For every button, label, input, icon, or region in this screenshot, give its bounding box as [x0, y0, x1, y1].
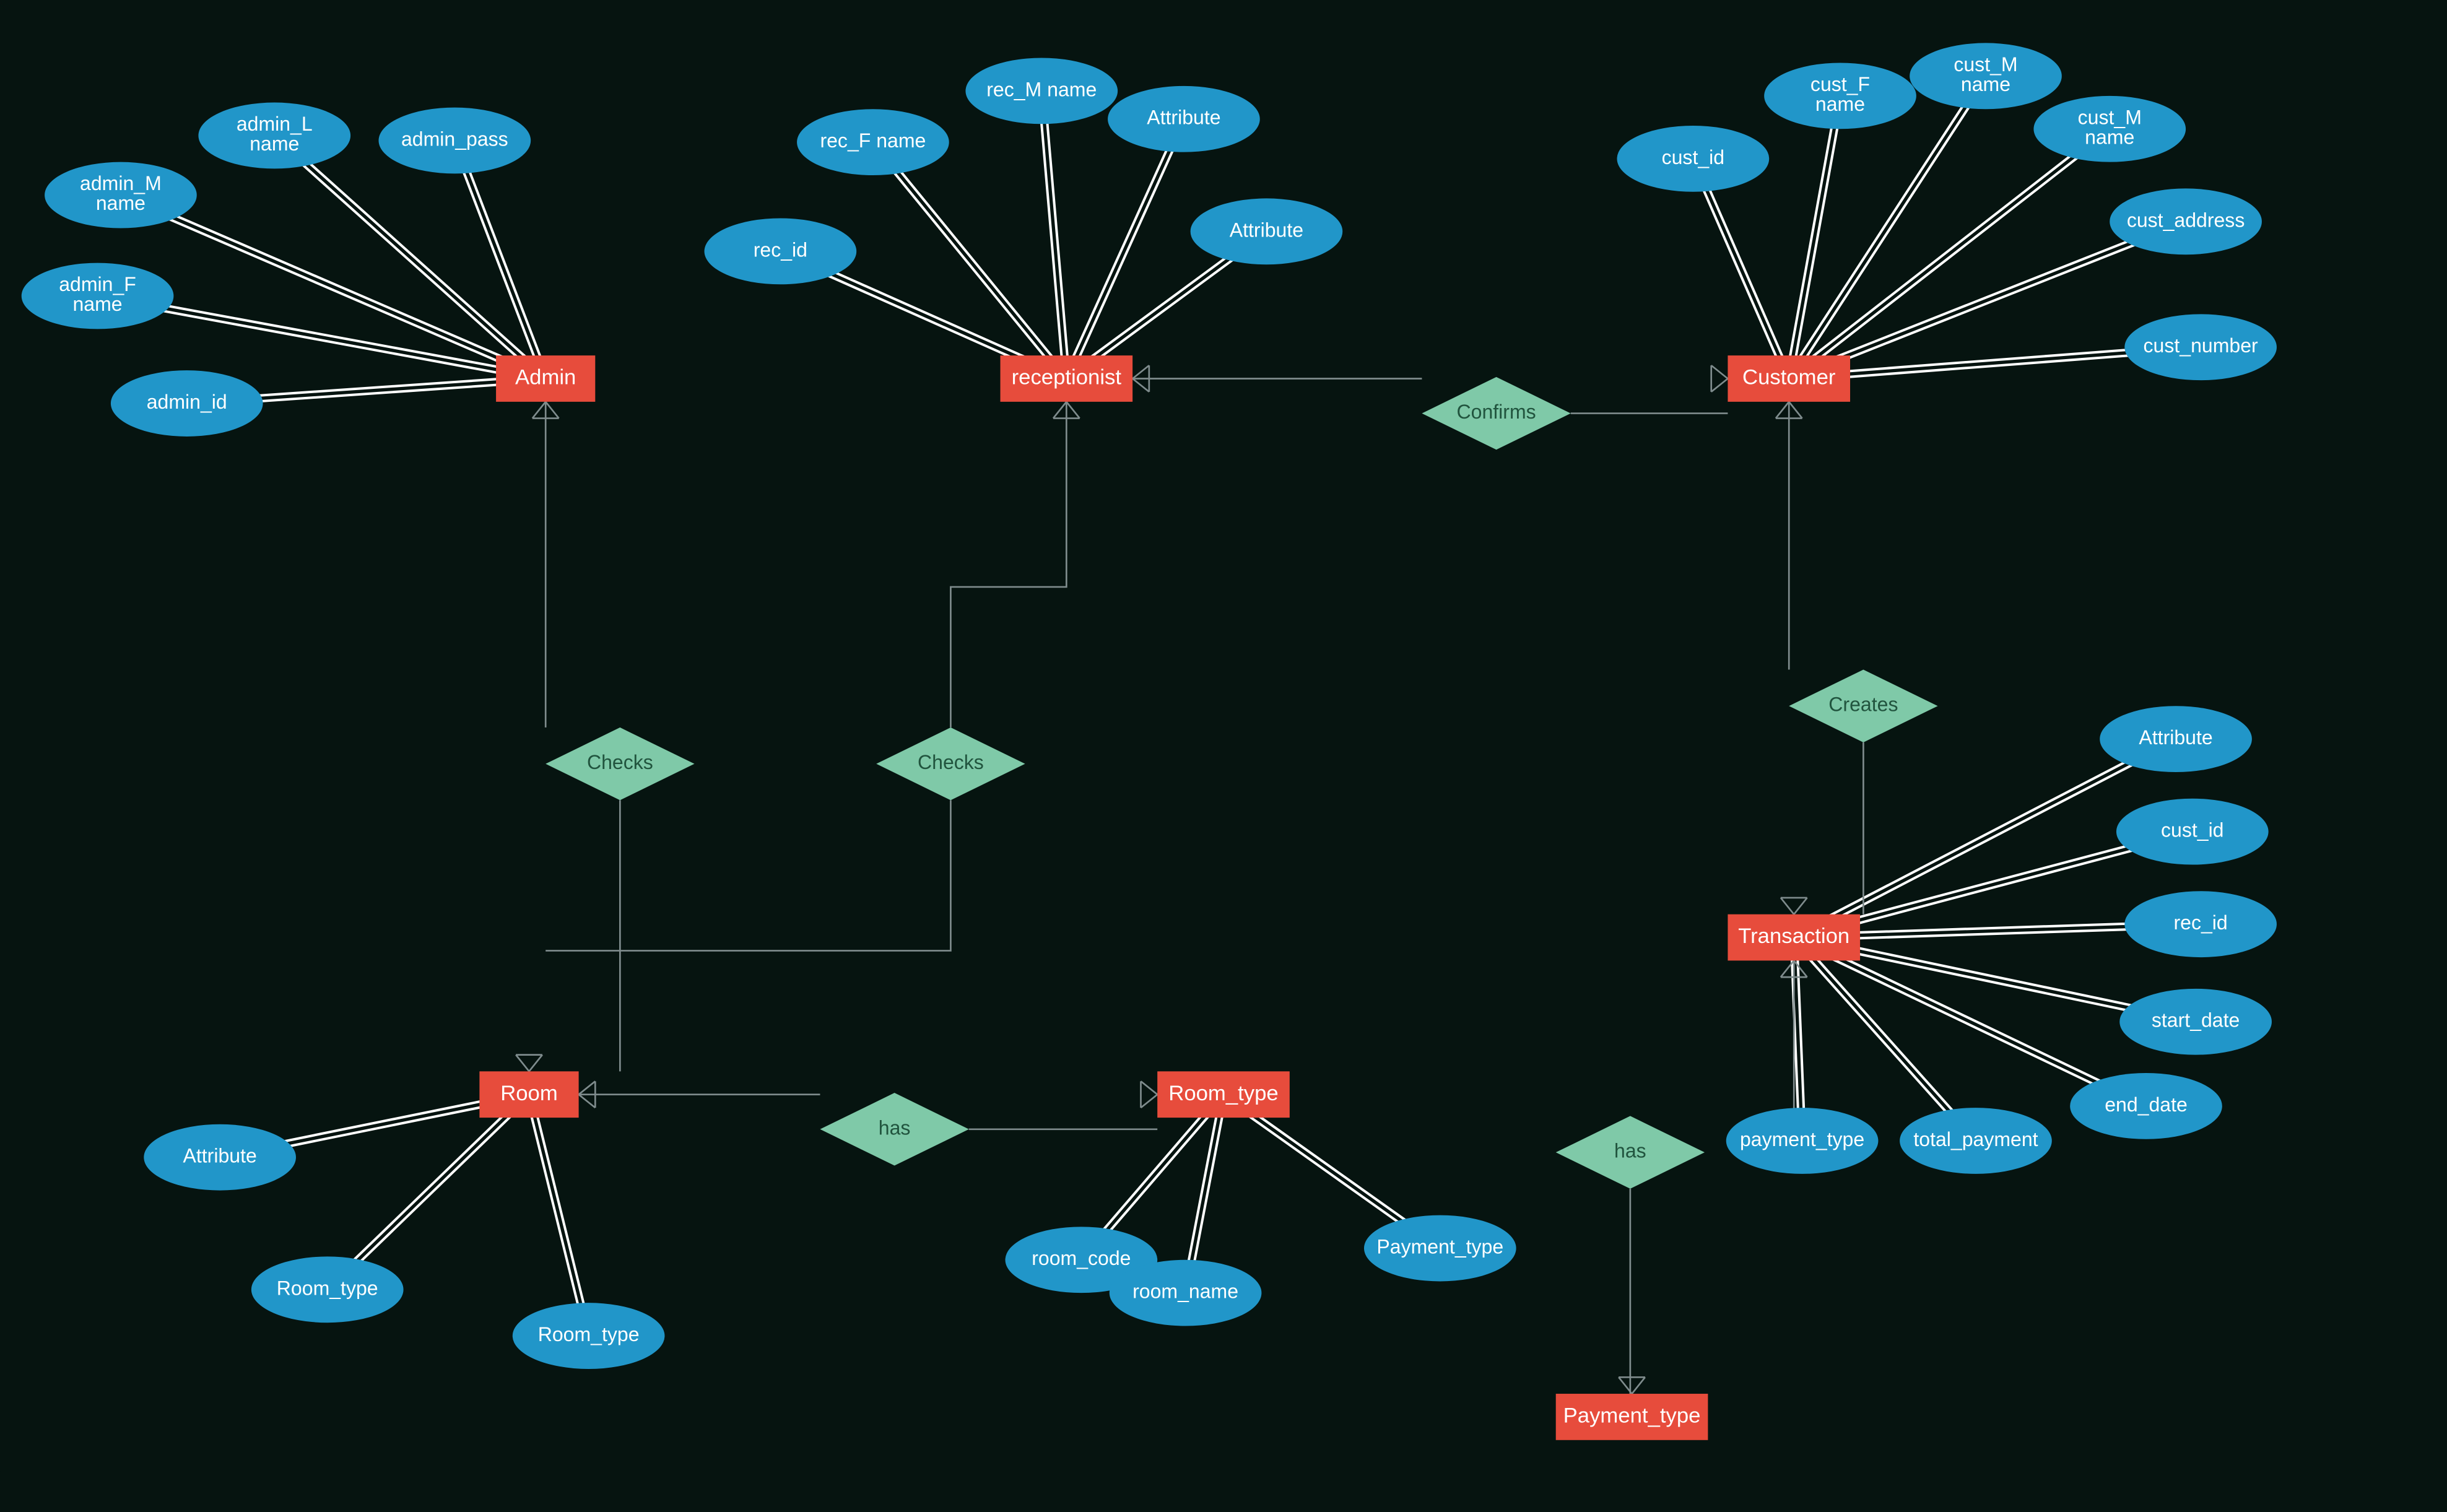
entity-label: Admin: [515, 366, 576, 389]
entity-customer: Customer: [1728, 355, 1850, 402]
attribute-label: start_date: [2152, 1009, 2240, 1032]
entity-label: receptionist: [1012, 366, 1122, 389]
entity-label: Payment_type: [1563, 1404, 1701, 1428]
relationship-label: has: [1614, 1140, 1646, 1162]
attribute-customer-4: cust_address: [2110, 188, 2262, 254]
entity-label: Transaction: [1738, 924, 1849, 948]
attribute-transaction-4: end_date: [2070, 1073, 2222, 1139]
attribute-label: Room_type: [538, 1323, 640, 1345]
attribute-transaction-5: total_payment: [1900, 1108, 2052, 1174]
attribute-admin-2: admin_Mname: [45, 162, 197, 228]
attribute-admin-3: admin_Lname: [198, 103, 350, 169]
attribute-label: Attribute: [1147, 106, 1220, 129]
attribute-label: rec_M name: [986, 78, 1097, 100]
entity-receptionist: receptionist: [1001, 355, 1133, 402]
attribute-transaction-0: Attribute: [2100, 706, 2252, 772]
attribute-label: Attribute: [183, 1145, 257, 1167]
attribute-label: admin_id: [147, 391, 227, 413]
entity-label: Customer: [1742, 366, 1835, 389]
attribute-label: end_date: [2105, 1093, 2188, 1116]
attribute-label: cust_Mname: [2078, 106, 2142, 149]
relationship-label: Checks: [918, 751, 984, 773]
attribute-room-1: Room_type: [251, 1256, 404, 1323]
entity-room: Room: [479, 1071, 578, 1118]
attribute-label: cust_Mname: [1954, 53, 2017, 95]
attribute-room-2: Room_type: [513, 1303, 665, 1369]
attribute-label: cust_number: [2144, 334, 2258, 357]
attribute-transaction-1: cust_id: [2116, 799, 2269, 865]
attribute-label: cust_id: [1662, 146, 1725, 168]
attribute-customer-1: cust_Fname: [1764, 63, 1916, 129]
attribute-label: room_code: [1032, 1247, 1131, 1269]
attribute-receptionist-4: Attribute: [1191, 198, 1343, 264]
relationship-label: has: [879, 1116, 911, 1139]
attribute-label: Attribute: [1230, 219, 1303, 241]
attribute-customer-3: cust_Mname: [2033, 96, 2186, 162]
attribute-transaction-2: rec_id: [2124, 891, 2277, 957]
attribute-label: rec_id: [754, 238, 807, 261]
attribute-customer-5: cust_number: [2124, 314, 2277, 380]
entity-label: Room: [500, 1082, 558, 1105]
attribute-label: payment_type: [1740, 1128, 1864, 1150]
entity-transaction: Transaction: [1728, 915, 1860, 961]
attribute-customer-2: cust_Mname: [1910, 43, 2062, 109]
attribute-label: Payment_type: [1376, 1236, 1503, 1258]
entity-payment_type: Payment_type: [1556, 1394, 1708, 1440]
entity-label: Room_type: [1168, 1082, 1278, 1105]
attribute-receptionist-2: rec_M name: [965, 58, 1118, 124]
attribute-admin-1: admin_Fname: [22, 263, 174, 329]
attribute-label: total_payment: [1913, 1128, 2038, 1150]
attribute-receptionist-3: Attribute: [1108, 86, 1260, 152]
attribute-room_type-2: Payment_type: [1364, 1215, 1516, 1282]
relationship-label: Confirms: [1457, 401, 1536, 423]
attribute-label: admin_pass: [401, 128, 508, 150]
relationship-label: Checks: [587, 751, 653, 773]
entity-admin: Admin: [496, 355, 595, 402]
attribute-label: rec_id: [2173, 911, 2227, 934]
attribute-label: cust_id: [2161, 819, 2224, 841]
relationship-label: Creates: [1828, 693, 1898, 716]
entity-room_type: Room_type: [1157, 1071, 1290, 1118]
attribute-label: Room_type: [277, 1277, 378, 1299]
attribute-admin-4: admin_pass: [378, 108, 531, 174]
attribute-receptionist-0: rec_id: [705, 218, 857, 284]
attribute-label: rec_F name: [820, 129, 926, 152]
attribute-label: cust_Fname: [1810, 73, 1870, 115]
er-diagram: Checks Checks Confirms Creates has has Admin re…: [0, 0, 2447, 1472]
attribute-customer-0: cust_id: [1617, 126, 1770, 192]
attribute-receptionist-1: rec_F name: [797, 109, 949, 175]
attribute-transaction-6: payment_type: [1726, 1108, 1879, 1174]
attribute-room-0: Attribute: [144, 1124, 296, 1191]
attribute-label: Attribute: [2139, 726, 2212, 749]
attribute-admin-0: admin_id: [111, 370, 263, 437]
attribute-room_type-1: room_name: [1110, 1260, 1262, 1326]
attribute-transaction-3: start_date: [2119, 989, 2272, 1055]
attribute-label: room_name: [1132, 1280, 1238, 1303]
attribute-label: cust_address: [2127, 209, 2245, 231]
